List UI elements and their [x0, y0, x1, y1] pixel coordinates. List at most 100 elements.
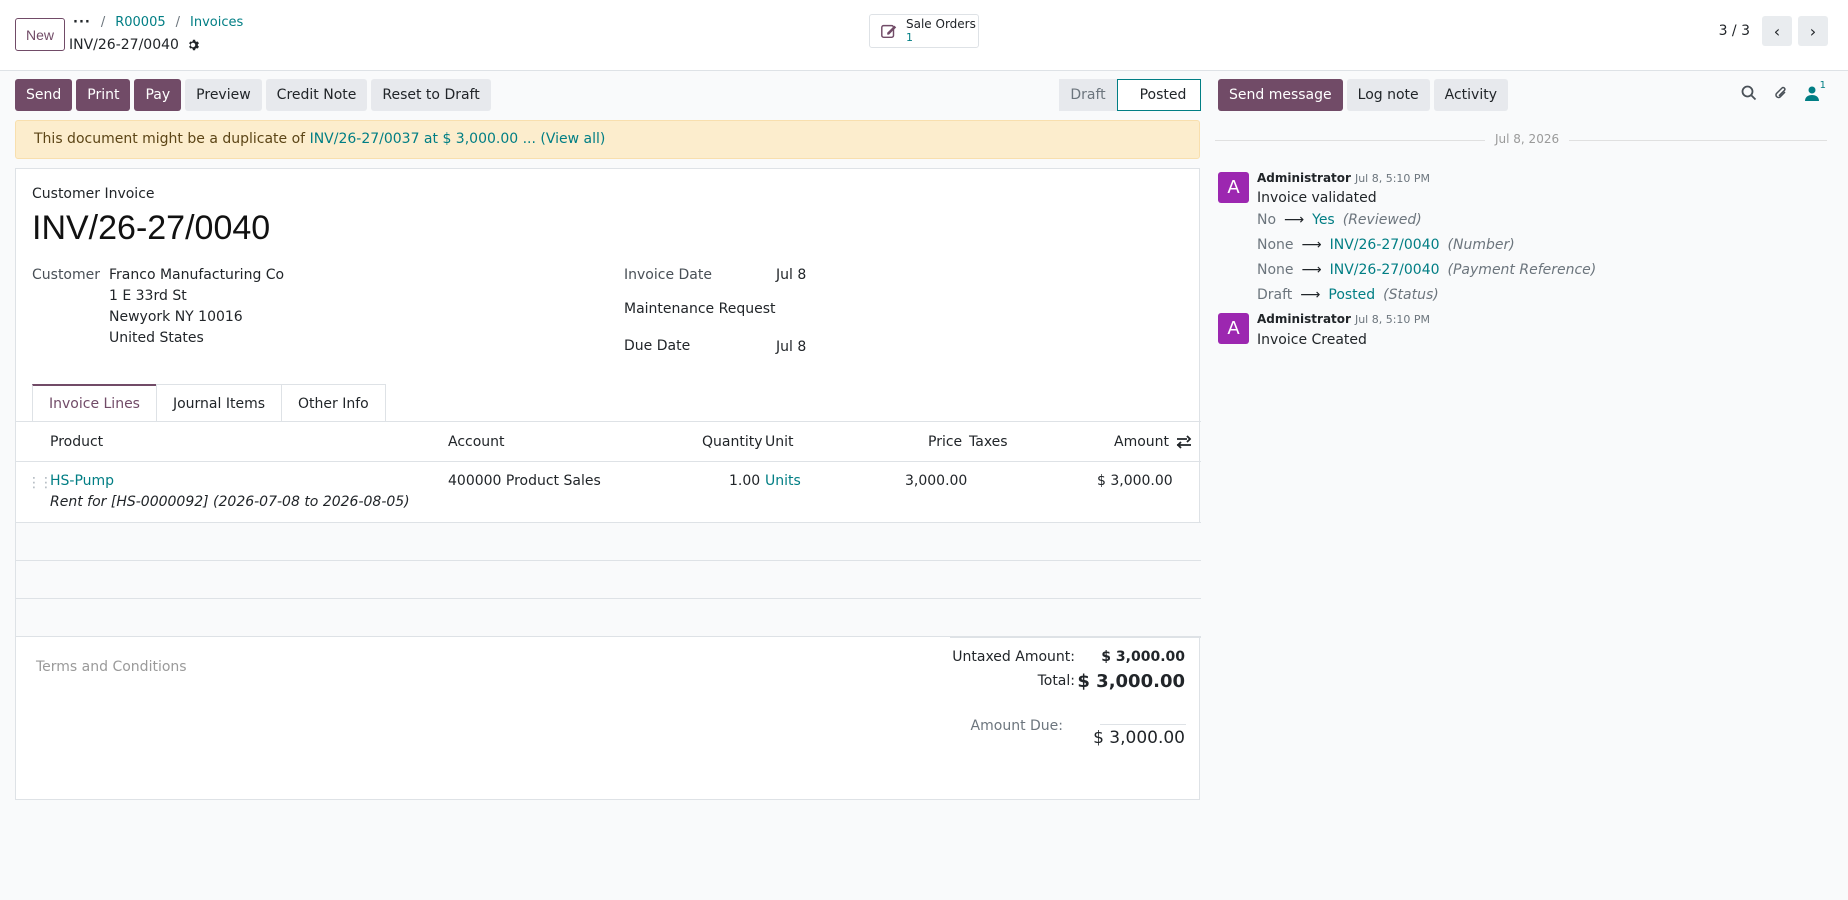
invoice-date-value[interactable]: Jul 8 [776, 265, 806, 286]
followers-button[interactable]: 1 [1804, 80, 1826, 101]
col-taxes[interactable]: Taxes [969, 434, 1008, 450]
tracking-new: Yes [1312, 212, 1335, 228]
date-separator-label: Jul 8, 2026 [1485, 132, 1570, 146]
message-body: Invoice validated [1257, 190, 1377, 206]
print-button[interactable]: Print [76, 79, 131, 111]
col-unit[interactable]: Unit [765, 434, 794, 450]
tracking-field: (Status) [1383, 287, 1439, 303]
total-value: $ 3,000.00 [1077, 671, 1185, 692]
arrow-right-icon: ⟶ [1301, 237, 1322, 253]
tracking-value: None ⟶ INV/26-27/0040 (Number) [1257, 237, 1515, 253]
tracking-value: Draft ⟶ Posted (Status) [1257, 287, 1439, 303]
pager-next-button[interactable]: › [1798, 16, 1828, 46]
smart-button-count: 1 [906, 31, 913, 44]
status-bar: Draft Posted [1059, 79, 1201, 111]
tracking-field: (Reviewed) [1342, 212, 1422, 228]
message-time: Jul 8, 5:10 PM [1354, 172, 1431, 185]
line-price: 3,000.00 [905, 473, 968, 489]
search-icon[interactable] [1741, 85, 1757, 101]
untaxed-amount-label: Untaxed Amount: [952, 649, 1075, 665]
breadcrumb-item-invoices[interactable]: Invoices [190, 15, 243, 30]
customer-address-line-3: United States [109, 330, 204, 346]
amount-due-value: $ 3,000.00 [1093, 728, 1185, 748]
activity-button[interactable]: Activity [1433, 79, 1508, 111]
optional-columns-icon[interactable] [1176, 434, 1192, 450]
table-row[interactable]: ⋮⋮ HS-Pump Rent for [HS-0000092] (2026-0… [16, 462, 1201, 523]
tracking-field: (Payment Reference) [1447, 262, 1597, 278]
message-body: Invoice Created [1257, 332, 1367, 348]
empty-table-row [16, 561, 1201, 599]
col-product[interactable]: Product [50, 434, 103, 450]
tab-invoice-lines[interactable]: Invoice Lines [32, 384, 157, 422]
due-date-value[interactable]: Jul 8 [776, 337, 806, 358]
notebook-tabs: Invoice Lines Journal Items Other Info [32, 384, 386, 422]
pager-previous-button[interactable]: ‹ [1762, 16, 1792, 46]
status-draft[interactable]: Draft [1059, 79, 1117, 111]
log-note-button[interactable]: Log note [1346, 79, 1430, 111]
send-button[interactable]: Send [15, 79, 73, 111]
date-separator: Jul 8, 2026 [1215, 132, 1827, 146]
total-label: Total: [1037, 673, 1075, 689]
customer-name-link[interactable]: Franco Manufacturing Co [109, 265, 284, 286]
tab-other-info[interactable]: Other Info [281, 384, 386, 422]
paperclip-icon[interactable] [1773, 85, 1789, 101]
col-amount[interactable]: Amount [1114, 434, 1169, 450]
avatar[interactable]: A [1218, 172, 1249, 203]
message-author: Administrator Jul 8, 5:10 PM [1257, 171, 1430, 185]
duplicate-link[interactable]: INV/26-27/0037 at $ 3,000.00 ... (View a… [310, 131, 606, 147]
preview-button[interactable]: Preview [185, 79, 262, 111]
breadcrumb-more-icon[interactable]: ··· [73, 15, 91, 30]
invoice-date-label: Invoice Date [624, 267, 712, 283]
tracking-new: Posted [1328, 287, 1376, 303]
pager: 3 / 3 ‹ › [1719, 16, 1828, 46]
invoice-sheet: Customer Invoice INV/26-27/0040 Customer… [15, 168, 1201, 800]
tab-journal-items[interactable]: Journal Items [155, 384, 283, 422]
message-author: Administrator Jul 8, 5:10 PM [1257, 312, 1430, 326]
control-panel: New ··· / R00005 / Invoices INV/26-27/00… [0, 0, 1848, 71]
tracking-value: None ⟶ INV/26-27/0040 (Payment Reference… [1257, 262, 1596, 278]
terms-and-conditions-field[interactable]: Terms and Conditions [36, 659, 187, 675]
col-price[interactable]: Price [928, 434, 962, 450]
send-message-button[interactable]: Send message [1218, 79, 1343, 111]
customer-address-line-1: 1 E 33rd St [109, 288, 187, 304]
gear-icon[interactable] [187, 39, 199, 51]
line-quantity: 1.00 [729, 473, 761, 489]
author-name[interactable]: Administrator [1257, 171, 1351, 185]
col-account[interactable]: Account [448, 434, 505, 450]
chevron-left-icon: ‹ [1773, 21, 1781, 41]
message-time: Jul 8, 5:10 PM [1354, 313, 1431, 326]
arrow-right-icon: ⟶ [1284, 212, 1305, 228]
breadcrumb-item-r00005[interactable]: R00005 [115, 15, 165, 30]
untaxed-amount-value: $ 3,000.00 [1101, 649, 1185, 665]
totals-summary: Untaxed Amount: $ 3,000.00 Total: $ 3,00… [950, 637, 1201, 748]
new-button[interactable]: New [15, 18, 65, 51]
alert-text: This document might be a duplicate of [34, 131, 306, 147]
tracking-new: INV/26-27/0040 [1329, 262, 1440, 278]
line-unit-link[interactable]: Units [765, 473, 801, 489]
invoice-lines-header: Product Account Quantity Unit Price Taxe… [16, 422, 1201, 462]
document-type: Customer Invoice [32, 186, 155, 202]
smart-button-label: Sale Orders [906, 17, 976, 31]
sale-orders-smart-button[interactable]: Sale Orders 1 [869, 14, 979, 48]
record-title: INV/26-27/0040 [69, 37, 199, 53]
pay-button[interactable]: Pay [134, 79, 182, 111]
author-name[interactable]: Administrator [1257, 312, 1351, 326]
chatter-actions: Send message Log note Activity [1218, 79, 1508, 111]
pager-value[interactable]: 3 / 3 [1719, 23, 1750, 39]
product-link[interactable]: HS-Pump [50, 473, 114, 489]
line-amount: $ 3,000.00 [1097, 473, 1173, 489]
breadcrumb: ··· / R00005 / Invoices [73, 15, 244, 30]
drag-handle-icon[interactable]: ⋮⋮ [27, 475, 53, 491]
avatar[interactable]: A [1218, 313, 1249, 344]
amount-due-label: Amount Due: [970, 718, 1063, 734]
followers-count: 1 [1819, 80, 1826, 91]
status-posted[interactable]: Posted [1117, 79, 1201, 111]
chevron-right-icon: › [1809, 21, 1817, 41]
tracking-new: INV/26-27/0040 [1329, 237, 1440, 253]
col-quantity[interactable]: Quantity [702, 434, 763, 450]
credit-note-button[interactable]: Credit Note [265, 79, 368, 111]
tracking-old: No [1257, 212, 1277, 228]
edit-icon [881, 24, 897, 39]
reset-to-draft-button[interactable]: Reset to Draft [371, 79, 491, 111]
document-name: INV/26-27/0040 [32, 209, 271, 247]
